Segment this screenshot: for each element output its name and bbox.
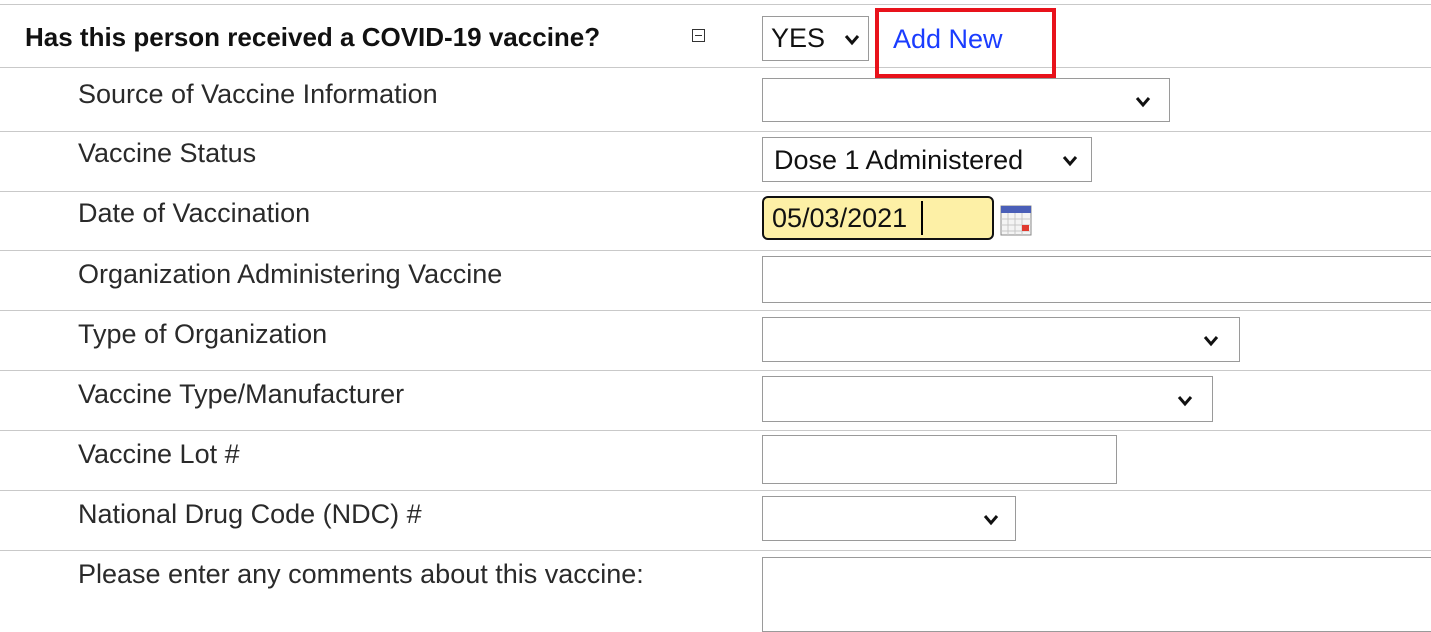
row-divider: [0, 4, 1431, 5]
row-divider: [0, 490, 1431, 491]
date-of-vaccination-value: 05/03/2021: [772, 203, 908, 233]
date-of-vaccination-label: Date of Vaccination: [78, 198, 311, 228]
chevron-down-icon: [1203, 336, 1219, 347]
chevron-down-icon: [1177, 396, 1193, 407]
row-divider: [0, 310, 1431, 311]
collapse-minus-icon[interactable]: [692, 29, 705, 42]
row-divider: [0, 250, 1431, 251]
vaccine-received-select[interactable]: YES: [762, 16, 869, 61]
row-divider: [0, 191, 1431, 192]
vaccine-question-label: Has this person received a COVID-19 vacc…: [25, 22, 601, 52]
text-cursor: [921, 201, 923, 235]
row-divider: [0, 550, 1431, 551]
organization-type-label: Type of Organization: [78, 319, 328, 349]
vaccine-status-select[interactable]: Dose 1 Administered: [762, 137, 1092, 182]
row-divider: [0, 370, 1431, 371]
source-select[interactable]: [762, 78, 1170, 122]
organization-input[interactable]: [762, 256, 1431, 303]
row-divider: [0, 430, 1431, 431]
chevron-down-icon: [1062, 156, 1078, 167]
comments-label: Please enter any comments about this vac…: [78, 559, 644, 589]
date-of-vaccination-input[interactable]: 05/03/2021: [762, 196, 994, 240]
ndc-select[interactable]: [762, 496, 1016, 541]
lot-number-label: Vaccine Lot #: [78, 439, 240, 469]
row-divider: [0, 131, 1431, 132]
chevron-down-icon: [983, 515, 999, 526]
manufacturer-label: Vaccine Type/Manufacturer: [78, 379, 405, 409]
highlight-box: [875, 8, 1056, 78]
manufacturer-select[interactable]: [762, 376, 1213, 422]
source-label: Source of Vaccine Information: [78, 79, 438, 109]
calendar-icon[interactable]: [1000, 205, 1032, 236]
vaccine-status-value: Dose 1 Administered: [774, 145, 1024, 175]
chevron-down-icon: [844, 35, 860, 46]
organization-label: Organization Administering Vaccine: [78, 259, 503, 289]
vaccine-status-label: Vaccine Status: [78, 138, 257, 168]
ndc-label: National Drug Code (NDC) #: [78, 499, 422, 529]
lot-number-input[interactable]: [762, 435, 1117, 484]
chevron-down-icon: [1135, 97, 1151, 108]
organization-type-select[interactable]: [762, 317, 1240, 362]
row-divider: [0, 67, 1431, 68]
vaccine-received-value: YES: [771, 23, 826, 53]
